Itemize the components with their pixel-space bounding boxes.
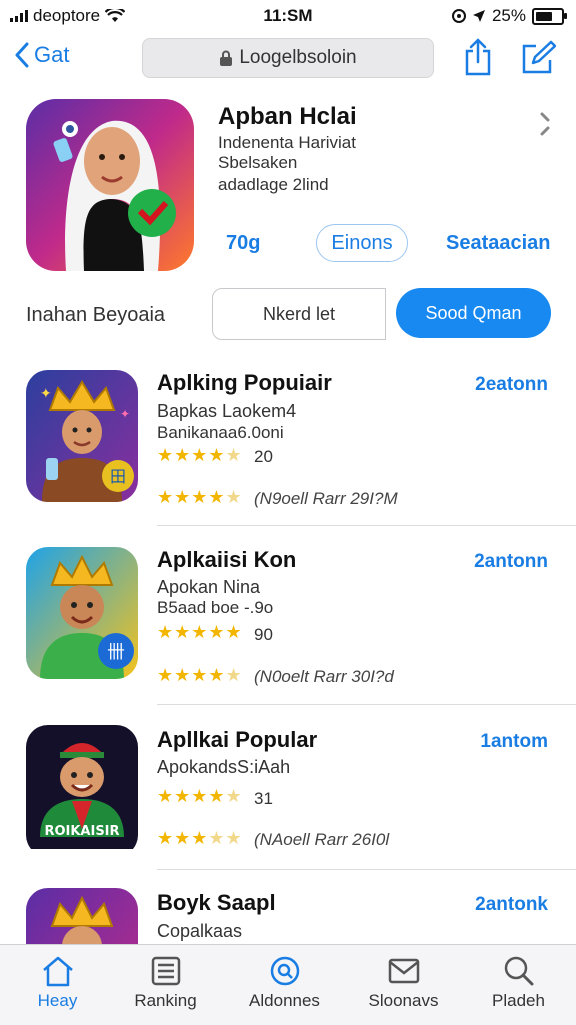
svg-text:✦: ✦ (40, 386, 52, 402)
search-icon (504, 956, 533, 986)
svg-text:✦: ✦ (120, 407, 130, 421)
rating-count: 20 (254, 447, 273, 466)
review-star-rating: ★★★★★ (157, 665, 243, 685)
app-thumbnail: ROIKAISIR (26, 725, 138, 857)
chevron-left-icon (15, 42, 29, 68)
tab-aldonnes[interactable]: Aldonnes (227, 945, 342, 1025)
tab-label: Heay (37, 991, 78, 1010)
app-developer: Apokan Nina (157, 577, 261, 597)
segment-label: Inahan Beyoaia (26, 304, 166, 326)
ranking-list-icon (151, 956, 180, 986)
review-text: (N0oelt Rarr 30I?d (254, 667, 394, 686)
tab-ranking[interactable]: Ranking (108, 945, 223, 1025)
battery-icon (532, 7, 567, 25)
home-icon (42, 956, 73, 987)
tab-label: Ranking (134, 991, 197, 1010)
review-star-rating: ★★★★★ (157, 828, 243, 848)
thumb-caption: ROIKAISIR (44, 824, 119, 839)
app-developer: Copalkaas (157, 921, 243, 941)
get-button[interactable]: Einons (316, 224, 408, 262)
compose-icon[interactable] (520, 40, 556, 76)
app-icon (26, 99, 194, 271)
mail-icon (388, 958, 419, 984)
tab-label: Sloonavs (368, 991, 439, 1010)
app-thumbnail (26, 888, 138, 944)
install-button[interactable]: 2eatonn (475, 374, 548, 396)
app-subtitle-2: Sbelsaken (218, 153, 298, 172)
tab-pladeh[interactable]: Pladeh (461, 945, 576, 1025)
app-title: Aplkaiisi Kon (157, 547, 297, 572)
star-rating: ★★★★★ (157, 445, 243, 465)
app-size: Banikanaa6.0oni (157, 423, 284, 442)
secondary-link[interactable]: Seataacian (446, 232, 551, 255)
app-title: Boyk Saapl (157, 890, 276, 915)
rating-count: 90 (254, 625, 273, 644)
tab-bar: Heay Ranking Aldonnes Sloonavs Pladeh (0, 944, 576, 1025)
alarm-icon (451, 9, 466, 23)
star-rating: ★★★★★ (157, 622, 243, 642)
thumb-badge-text: 卌 (107, 642, 125, 663)
app-price: 70g (226, 232, 261, 254)
app-title: Aplking Popuiair (157, 370, 332, 395)
tab-label: Aldonnes (249, 991, 320, 1010)
address-bar[interactable]: Loogelbsoloin (142, 38, 434, 78)
app-subtitle-3: adadlage 2lind (218, 175, 329, 194)
more-icon[interactable] (538, 112, 552, 136)
tab-label: Pladeh (492, 991, 545, 1010)
review-star-rating: ★★★★★ (157, 487, 243, 507)
list-item[interactable]: Boyk Saapl Copalkaas 2antonk (0, 886, 576, 944)
app-size: B5aad boe -.9o (157, 598, 274, 617)
app-thumbnail: 卌 (26, 547, 138, 679)
rating-count: 31 (254, 789, 273, 808)
share-icon[interactable] (464, 38, 492, 76)
url-text: Loogelbsoloin (239, 47, 357, 68)
app-title: Apllkai Popular (157, 727, 318, 752)
segment-option-2[interactable]: Sood Qman (396, 288, 551, 338)
star-rating: ★★★★★ (157, 786, 243, 806)
divider (157, 869, 576, 870)
install-button[interactable]: 2antonk (475, 894, 548, 916)
segment-option-1[interactable]: Nkerd let (212, 288, 386, 340)
app-developer: Bapkas Laokem4 (157, 401, 297, 421)
app-thumbnail: 田 ✦ ✦ (26, 370, 138, 502)
app-developer: ApokandsS:iAah (157, 757, 291, 777)
back-label: Gat (34, 42, 70, 67)
app-name: Apban Hclai (218, 103, 357, 130)
review-text: (N9oell Rarr 29I?M (254, 489, 398, 508)
tab-home[interactable]: Heay (0, 945, 115, 1025)
install-button[interactable]: 1antom (480, 731, 548, 753)
thumb-badge-text: 田 (110, 467, 126, 486)
location-icon (472, 10, 485, 22)
status-bar: deoptore 11:SM 25% (0, 0, 576, 30)
divider (157, 704, 576, 705)
tab-sloonavs[interactable]: Sloonavs (346, 945, 461, 1025)
review-text: (NAoell Rarr 26I0l (254, 830, 390, 849)
back-button[interactable]: Gat (14, 42, 69, 68)
app-subtitle-1: Indenenta Hariviat (218, 133, 356, 152)
divider (157, 525, 576, 526)
install-button[interactable]: 2antonn (474, 551, 548, 573)
battery-percent: 25% (491, 6, 526, 25)
search-circle-icon (270, 956, 299, 986)
lock-icon (220, 50, 233, 66)
status-right: 25% (451, 6, 567, 26)
